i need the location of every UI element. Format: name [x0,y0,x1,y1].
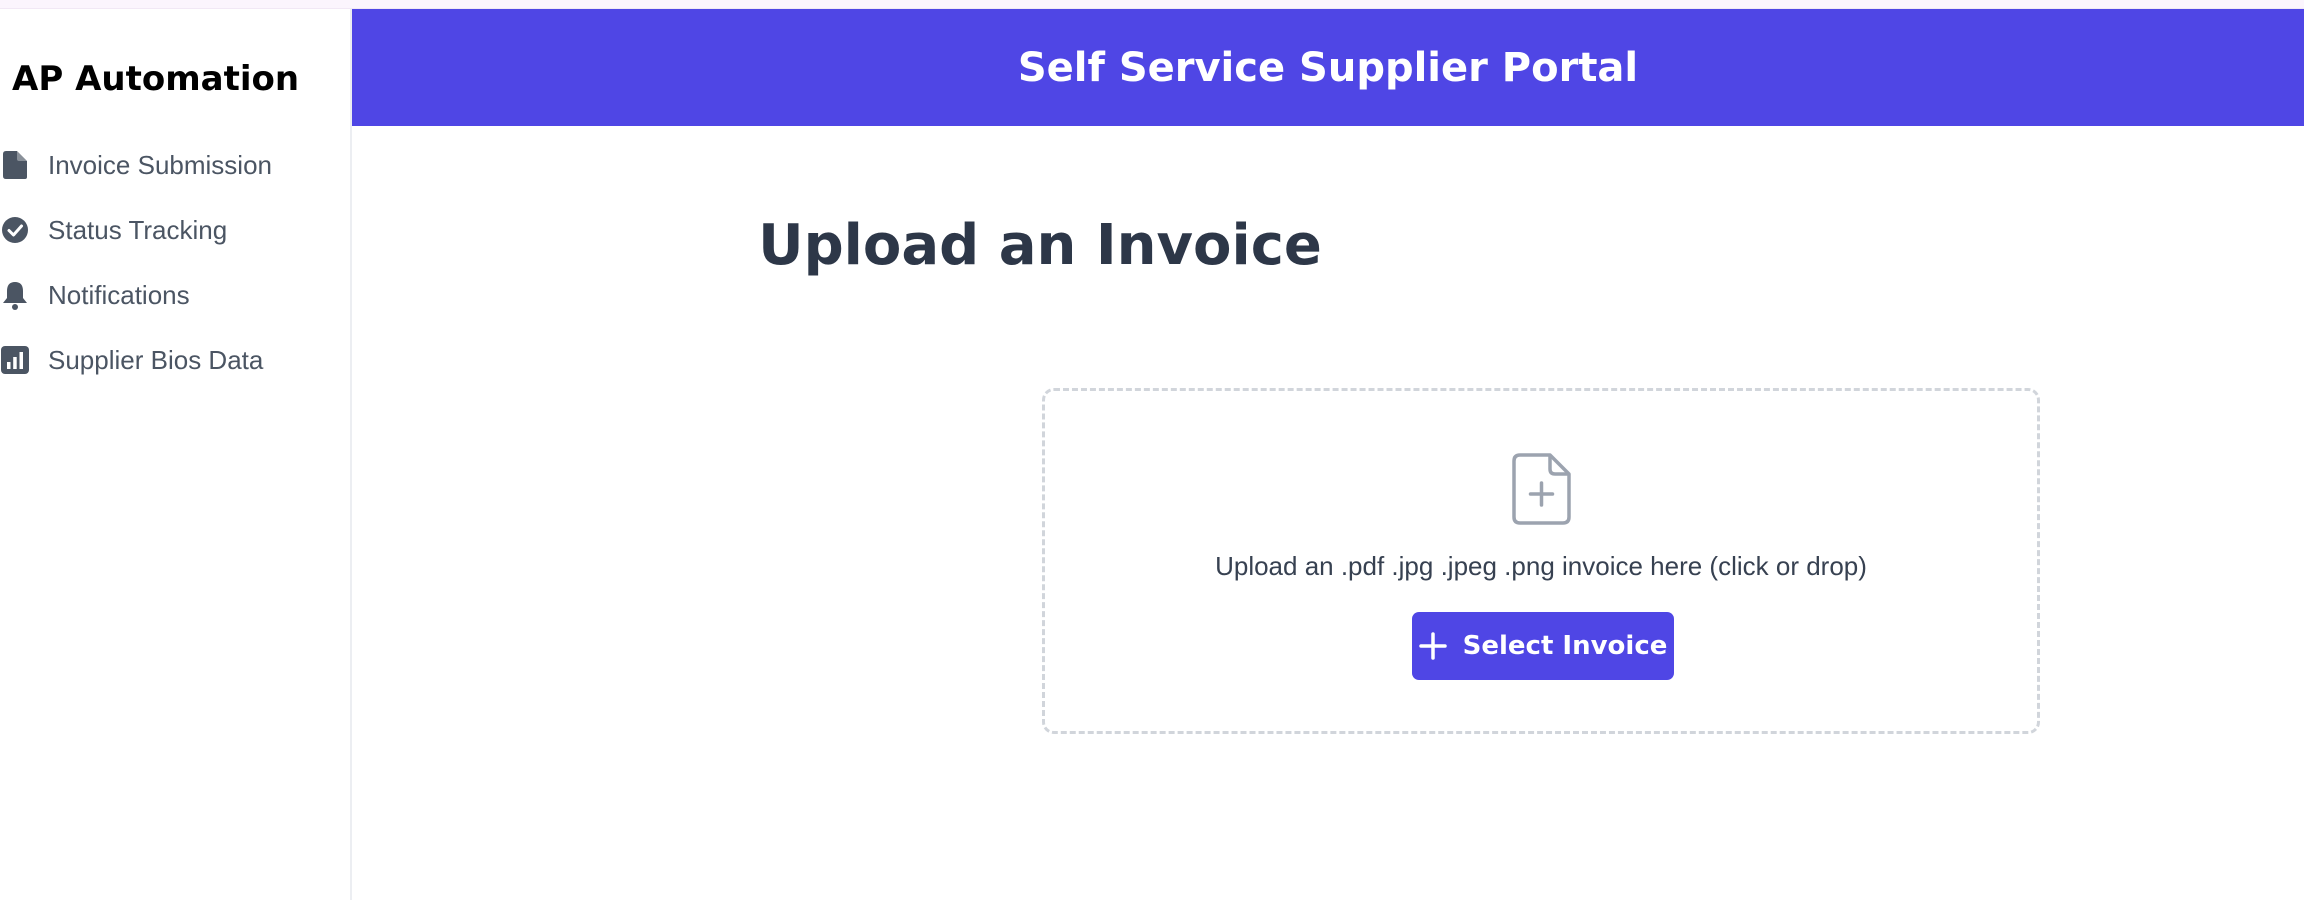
page-title: Upload an Invoice [758,213,1322,278]
page-header: Self Service Supplier Portal [352,9,2304,126]
check-circle-icon [0,215,30,245]
sidebar-item-supplier-bios-data[interactable]: Supplier Bios Data [0,340,340,380]
bar-chart-icon [0,345,30,375]
top-strip [0,0,2304,9]
sidebar-item-label: Notifications [48,279,190,310]
portal-title: Self Service Supplier Portal [1017,44,1639,91]
select-invoice-label: Select Invoice [1462,631,1668,661]
sidebar-item-status-tracking[interactable]: Status Tracking [0,210,340,250]
plus-icon [1418,632,1447,660]
brand-title: AP Automation [12,59,300,99]
invoice-dropzone[interactable]: Upload an .pdf .jpg .jpeg .png invoice h… [1042,388,2040,734]
sidebar-item-invoice-submission[interactable]: Invoice Submission [0,145,340,185]
file-plus-icon [1512,453,1572,525]
sidebar-item-label: Supplier Bios Data [48,344,264,375]
bell-icon [0,280,30,310]
document-icon [0,150,30,180]
sidebar: AP Automation Invoice Submission Status … [0,9,352,900]
sidebar-item-notifications[interactable]: Notifications [0,275,340,315]
select-invoice-button[interactable]: Select Invoice [1412,612,1674,680]
sidebar-item-label: Invoice Submission [48,149,272,180]
dropzone-instructions: Upload an .pdf .jpg .jpeg .png invoice h… [1215,551,1867,581]
sidebar-item-label: Status Tracking [48,214,228,245]
